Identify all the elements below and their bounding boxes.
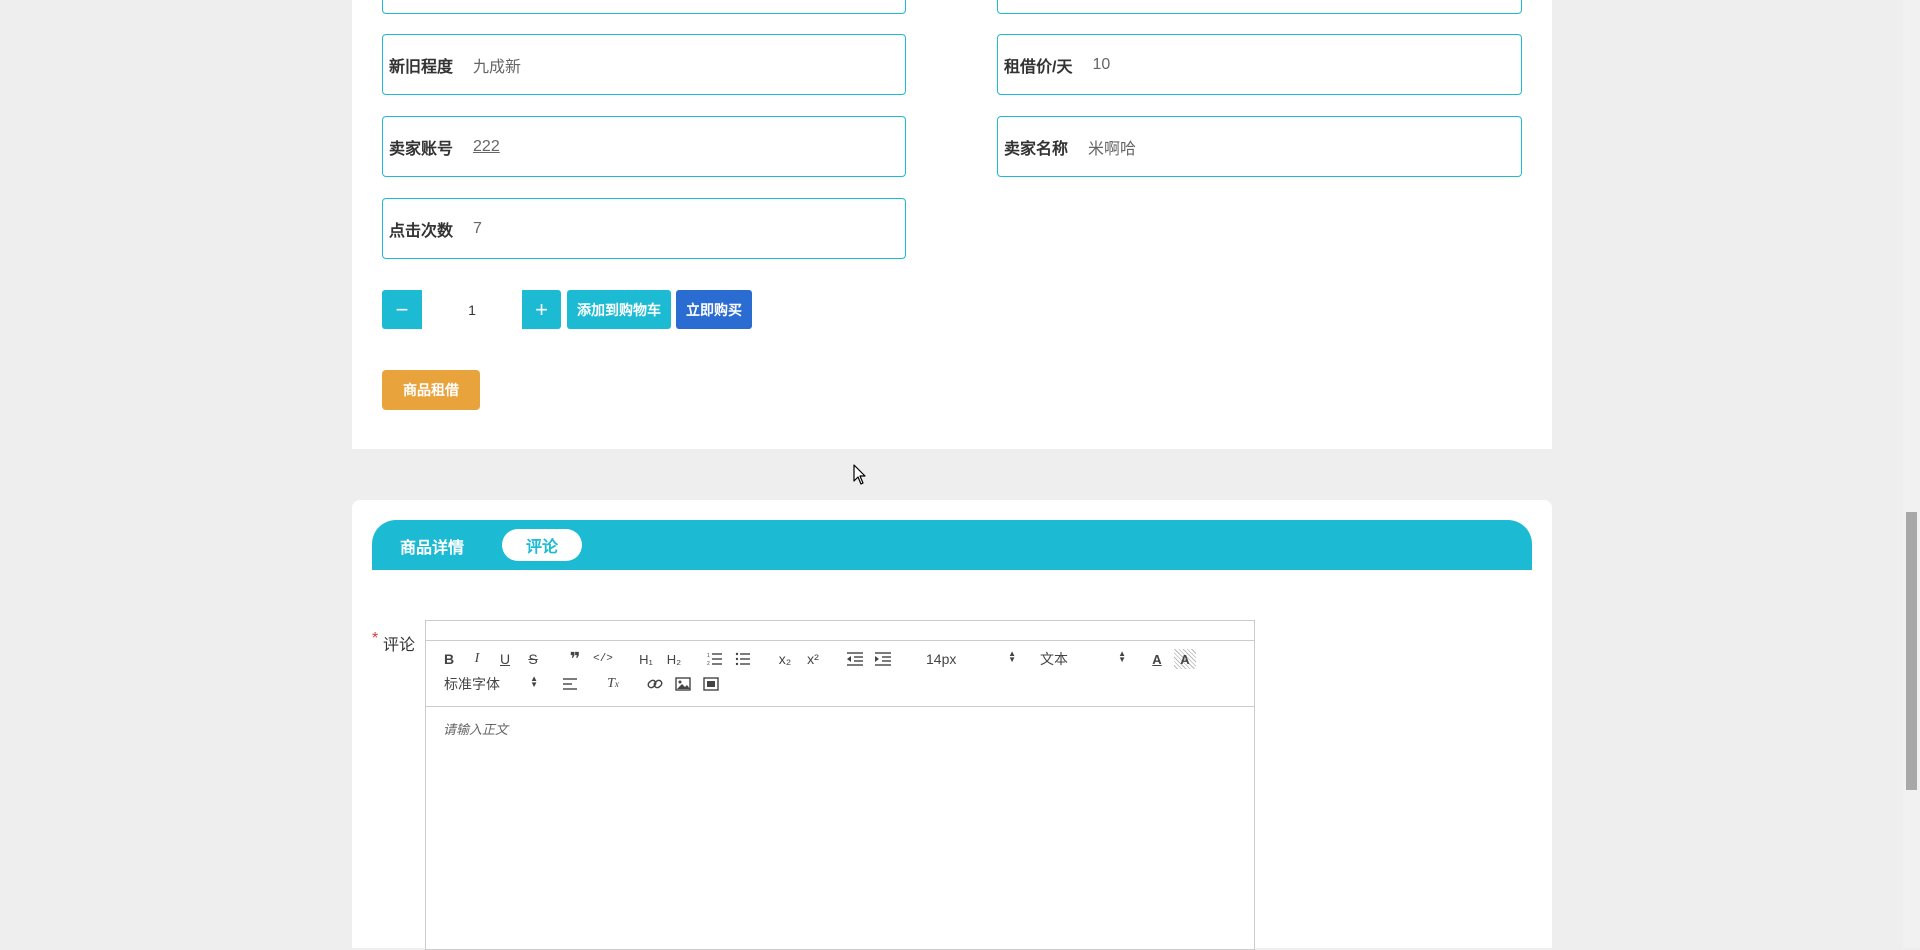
quantity-increase-button[interactable]: + xyxy=(522,290,561,329)
indent-icon[interactable] xyxy=(872,649,894,669)
strikethrough-icon[interactable]: S xyxy=(522,649,544,669)
header-value: 文本 xyxy=(1040,651,1068,667)
editor-toolbar: B I U S ❞ </> H₁ H₂ 12 x₂ x² 14px ▲ ▼ 文本 … xyxy=(426,641,1254,707)
product-field-cutoff-right xyxy=(997,0,1522,14)
quantity-decrease-button[interactable]: − xyxy=(382,290,422,329)
font-size-value: 14px xyxy=(926,651,957,667)
font-family-picker[interactable]: 标准字体 ▲ ▼ xyxy=(444,674,538,694)
field-seller-name: 卖家名称 米啊哈 xyxy=(997,116,1522,177)
editor-placeholder[interactable]: 请输入正文 xyxy=(443,719,508,738)
field-seller-account-value[interactable]: 222 xyxy=(473,138,500,156)
italic-icon[interactable]: I xyxy=(466,649,488,669)
background-color-icon[interactable]: A xyxy=(1174,649,1196,669)
svg-text:1: 1 xyxy=(707,653,710,659)
required-mark: * xyxy=(372,630,379,647)
mouse-cursor-icon xyxy=(853,464,866,485)
clean-format-icon[interactable]: Tx xyxy=(602,674,624,694)
svg-text:2: 2 xyxy=(707,661,710,666)
bold-icon[interactable]: B xyxy=(438,649,460,669)
field-seller-name-value: 米啊哈 xyxy=(1088,140,1137,158)
bullet-list-icon[interactable] xyxy=(732,649,754,669)
header2-icon[interactable]: H₂ xyxy=(662,649,686,669)
field-condition-label: 新旧程度 xyxy=(389,58,454,76)
code-block-icon[interactable]: </> xyxy=(592,649,614,669)
underline-icon[interactable]: U xyxy=(494,649,516,669)
field-rent-price-value: 10 xyxy=(1092,55,1111,73)
video-icon[interactable] xyxy=(700,674,722,694)
field-condition: 新旧程度 九成新 xyxy=(382,34,906,95)
picker-arrows-icon: ▲ ▼ xyxy=(1008,649,1016,664)
add-to-cart-button[interactable]: 添加到购物车 xyxy=(567,290,671,329)
superscript-icon[interactable]: x² xyxy=(802,649,824,669)
picker-arrows-icon: ▲ ▼ xyxy=(1118,649,1126,664)
field-click-count-label: 点击次数 xyxy=(389,222,454,240)
ordered-list-icon[interactable]: 12 xyxy=(704,649,726,669)
field-seller-account: 卖家账号 222 xyxy=(382,116,906,177)
field-rent-price-label: 租借价/天 xyxy=(1004,58,1073,76)
field-rent-price: 租借价/天 10 xyxy=(997,34,1522,95)
align-icon[interactable] xyxy=(560,674,582,694)
scrollbar-thumb[interactable] xyxy=(1906,512,1917,790)
field-seller-name-label: 卖家名称 xyxy=(1004,140,1069,158)
comment-label: 评论 xyxy=(383,637,416,654)
field-condition-value: 九成新 xyxy=(473,58,522,76)
font-color-icon[interactable]: A xyxy=(1146,649,1168,669)
font-family-value: 标准字体 xyxy=(444,676,500,692)
tab-comments[interactable]: 评论 xyxy=(502,529,582,561)
header1-icon[interactable]: H₁ xyxy=(634,649,658,669)
tab-product-details[interactable]: 商品详情 xyxy=(392,530,472,562)
rent-button[interactable]: 商品租借 xyxy=(382,370,480,410)
picker-arrows-icon: ▲ ▼ xyxy=(530,674,538,689)
product-field-cutoff-left xyxy=(382,0,906,14)
field-click-count: 点击次数 7 xyxy=(382,198,906,259)
buy-now-button[interactable]: 立即购买 xyxy=(676,290,752,329)
blockquote-icon[interactable]: ❞ xyxy=(564,649,586,669)
subscript-icon[interactable]: x₂ xyxy=(774,649,796,669)
quantity-input[interactable] xyxy=(422,290,522,329)
field-seller-account-label: 卖家账号 xyxy=(389,140,454,158)
editor-top-strip xyxy=(426,621,1254,641)
link-icon[interactable] xyxy=(644,674,666,694)
field-click-count-value: 7 xyxy=(473,219,482,237)
outdent-icon[interactable] xyxy=(844,649,866,669)
font-size-picker[interactable]: 14px ▲ ▼ xyxy=(926,649,1016,669)
image-icon[interactable] xyxy=(672,674,694,694)
scrollbar-track[interactable] xyxy=(1903,0,1920,948)
header-picker[interactable]: 文本 ▲ ▼ xyxy=(1040,649,1126,669)
